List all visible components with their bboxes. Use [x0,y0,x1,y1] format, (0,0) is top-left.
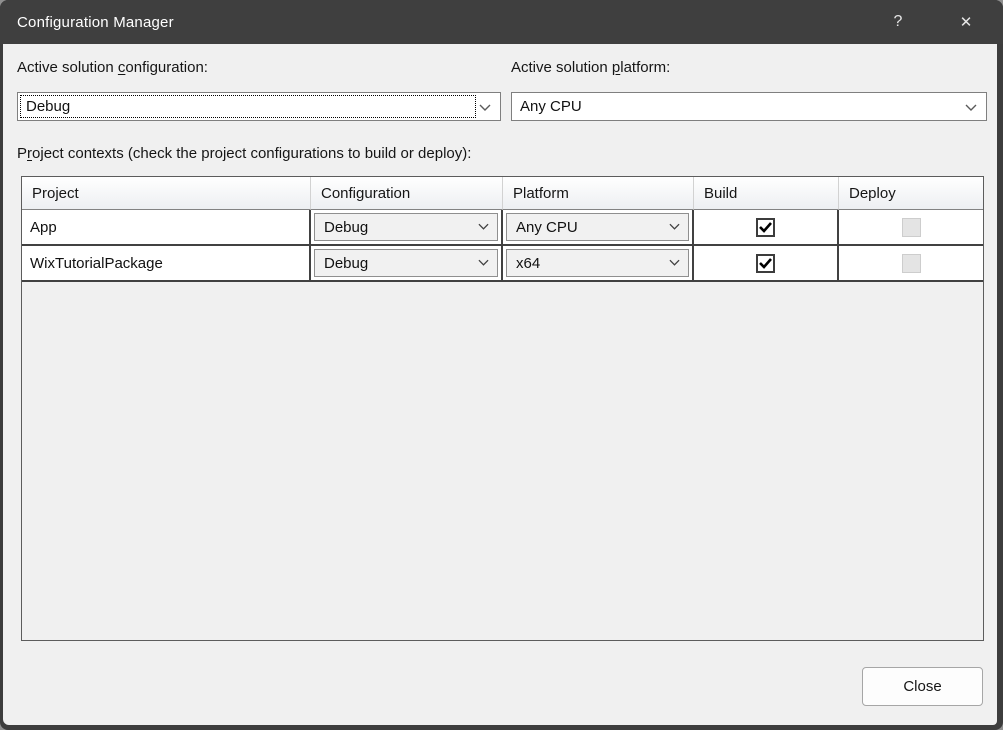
column-header-platform: Platform [503,177,694,210]
chevron-down-icon [669,223,680,230]
close-button[interactable]: Close [862,667,983,706]
label-text: Active solution [17,59,118,76]
label-text: oject contexts (check the project config… [32,145,471,162]
label-text: latform: [620,59,670,76]
build-cell [694,246,839,282]
project-name-cell: WixTutorialPackage [22,246,311,282]
build-cell [694,210,839,246]
deploy-cell [839,210,983,246]
column-header-build: Build [694,177,839,210]
label-text: P [17,145,27,162]
combobox-value: Debug [324,255,368,272]
configuration-cell: Debug [311,246,503,282]
column-header-project: Project [22,177,311,210]
project-name-cell: App [22,210,311,246]
active-solution-platform-label: Active solution platform: [511,59,670,76]
combobox-value: Any CPU [520,98,582,115]
configuration-cell: Debug [311,210,503,246]
configuration-manager-dialog: Configuration Manager ? ✕ Active solutio… [0,0,1003,730]
deploy-cell [839,246,983,282]
configuration-combobox[interactable]: Debug [314,213,498,241]
platform-combobox[interactable]: x64 [506,249,689,277]
check-icon [759,258,772,269]
label-text: onfiguration: [125,59,208,76]
help-button[interactable]: ? [875,0,921,44]
platform-cell: x64 [503,246,694,282]
grid-empty-area [22,282,983,640]
label-text: Active solution [511,59,612,76]
focus-rectangle [20,95,476,118]
active-solution-configuration-label: Active solution configuration: [17,59,208,76]
project-contexts-grid: Project Configuration Platform Build Dep… [21,176,984,641]
active-solution-platform-combobox[interactable]: Any CPU [511,92,987,121]
help-icon: ? [894,13,903,31]
platform-combobox[interactable]: Any CPU [506,213,689,241]
project-contexts-label: Project contexts (check the project conf… [17,145,471,162]
active-solution-configuration-combobox[interactable]: Debug [17,92,501,121]
chevron-down-icon [479,104,491,111]
window-title: Configuration Manager [0,14,174,31]
chevron-down-icon [478,223,489,230]
combobox-value: x64 [516,255,540,272]
deploy-checkbox-disabled [902,254,921,273]
configuration-combobox[interactable]: Debug [314,249,498,277]
chevron-down-icon [965,104,977,111]
label-mnemonic: p [612,59,620,76]
combobox-value: Debug [324,219,368,236]
build-checkbox-checked[interactable] [756,254,775,273]
column-header-deploy: Deploy [839,177,983,210]
chevron-down-icon [669,259,680,266]
titlebar[interactable]: Configuration Manager ? ✕ [0,0,1003,44]
build-checkbox-checked[interactable] [756,218,775,237]
platform-cell: Any CPU [503,210,694,246]
column-header-configuration: Configuration [311,177,503,210]
dialog-body: Active solution configuration: Active so… [3,44,997,725]
window-close-button[interactable]: ✕ [943,0,989,44]
chevron-down-icon [478,259,489,266]
combobox-value: Any CPU [516,219,578,236]
deploy-checkbox-disabled [902,218,921,237]
check-icon [759,222,772,233]
close-icon: ✕ [960,13,973,31]
